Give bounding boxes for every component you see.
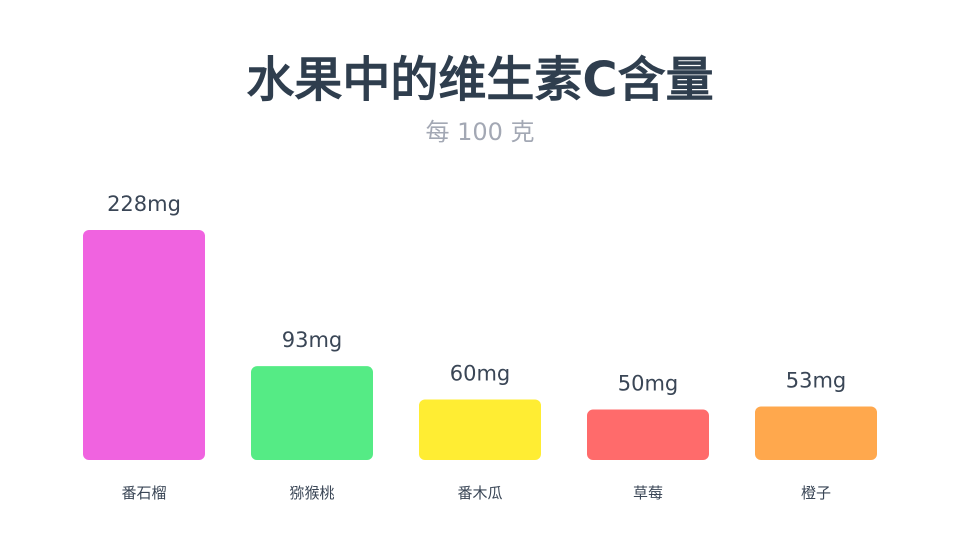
category-label-0: 番石榴	[121, 484, 166, 502]
value-label-2: 60mg	[450, 361, 511, 385]
bar-chart: 228mg 93mg 60mg 50mg 53mg 番石榴 猕猴桃 番木瓜 草莓 橙子	[83, 192, 877, 502]
bar-3	[587, 409, 709, 460]
bar-4	[755, 406, 877, 460]
value-label-1: 93mg	[282, 328, 343, 352]
bar-2	[419, 399, 541, 460]
value-label-0: 228mg	[107, 192, 181, 216]
bar-0	[83, 230, 205, 460]
category-labels-group: 番石榴 猕猴桃 番木瓜 草莓 橙子	[121, 484, 831, 502]
bar-1	[251, 366, 373, 460]
bars-group	[83, 230, 877, 460]
category-label-4: 橙子	[801, 484, 831, 502]
category-label-2: 番木瓜	[457, 484, 502, 502]
value-label-4: 53mg	[786, 369, 847, 393]
category-label-3: 草莓	[633, 484, 663, 502]
value-label-3: 50mg	[618, 372, 679, 396]
value-labels-group: 228mg 93mg 60mg 50mg 53mg	[107, 192, 846, 396]
category-label-1: 猕猴桃	[289, 484, 334, 502]
